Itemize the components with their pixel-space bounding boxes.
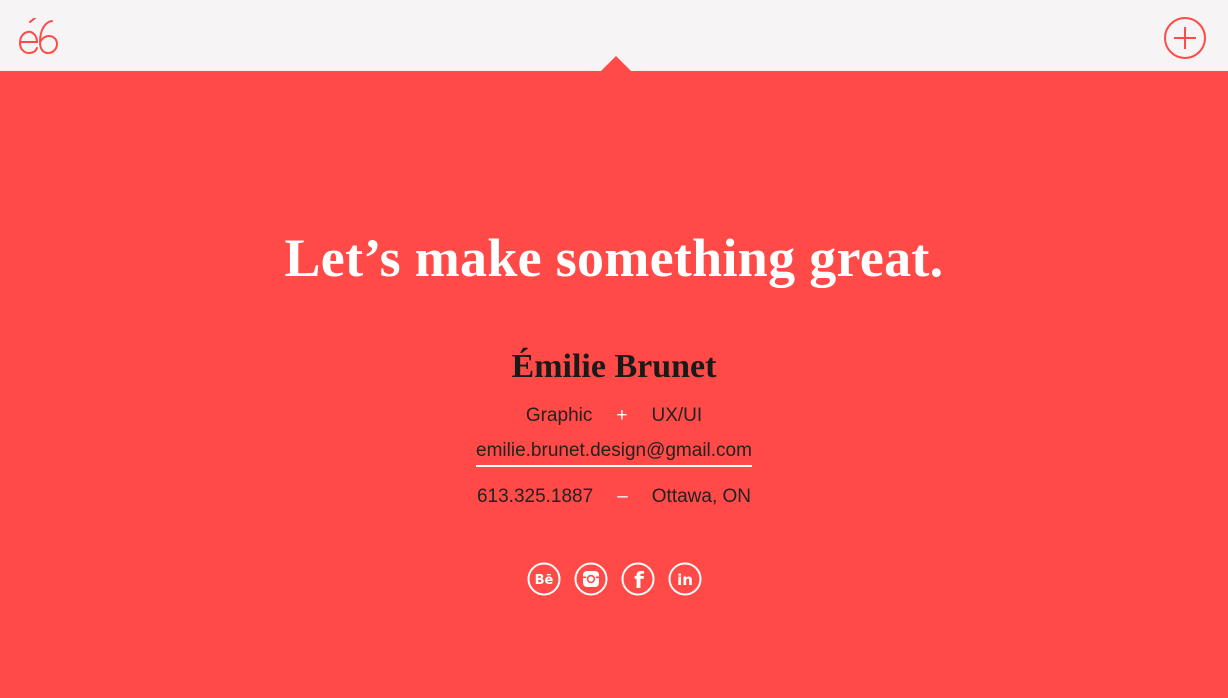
- location: Ottawa, ON: [651, 486, 752, 507]
- headline: Let’s make something great.: [284, 228, 944, 288]
- roles-separator: +: [616, 405, 628, 426]
- plus-circle-icon[interactable]: [1163, 16, 1207, 60]
- linkedin-icon[interactable]: in: [668, 562, 702, 596]
- role-uxui: UX/UI: [651, 405, 703, 426]
- contact-separator: –: [617, 486, 628, 507]
- email-link[interactable]: emilie.brunet.design@gmail.com: [476, 439, 752, 467]
- eb-monogram-logo[interactable]: [18, 18, 60, 56]
- instagram-icon[interactable]: [574, 562, 608, 596]
- site-header: [0, 0, 1228, 71]
- facebook-icon[interactable]: f: [621, 562, 655, 596]
- phone-number: 613.325.1887: [476, 486, 594, 507]
- linkedin-icon-label: in: [677, 571, 693, 589]
- behance-icon-label: Bē: [534, 573, 553, 588]
- header-pointer: [601, 56, 631, 71]
- social-links: Bē f in: [0, 562, 1228, 596]
- email-row: emilie.brunet.design@gmail.com: [0, 439, 1228, 467]
- roles-line: Graphic + UX/UI: [0, 404, 1228, 428]
- contact-line: 613.325.1887 – Ottawa, ON: [0, 485, 1228, 509]
- designer-name: Émilie Brunet: [511, 348, 717, 385]
- facebook-icon-label: f: [634, 569, 644, 594]
- behance-icon[interactable]: Bē: [527, 562, 561, 596]
- contact-section: Let’s make something great. Émilie Brune…: [0, 71, 1228, 698]
- role-graphic: Graphic: [525, 405, 593, 426]
